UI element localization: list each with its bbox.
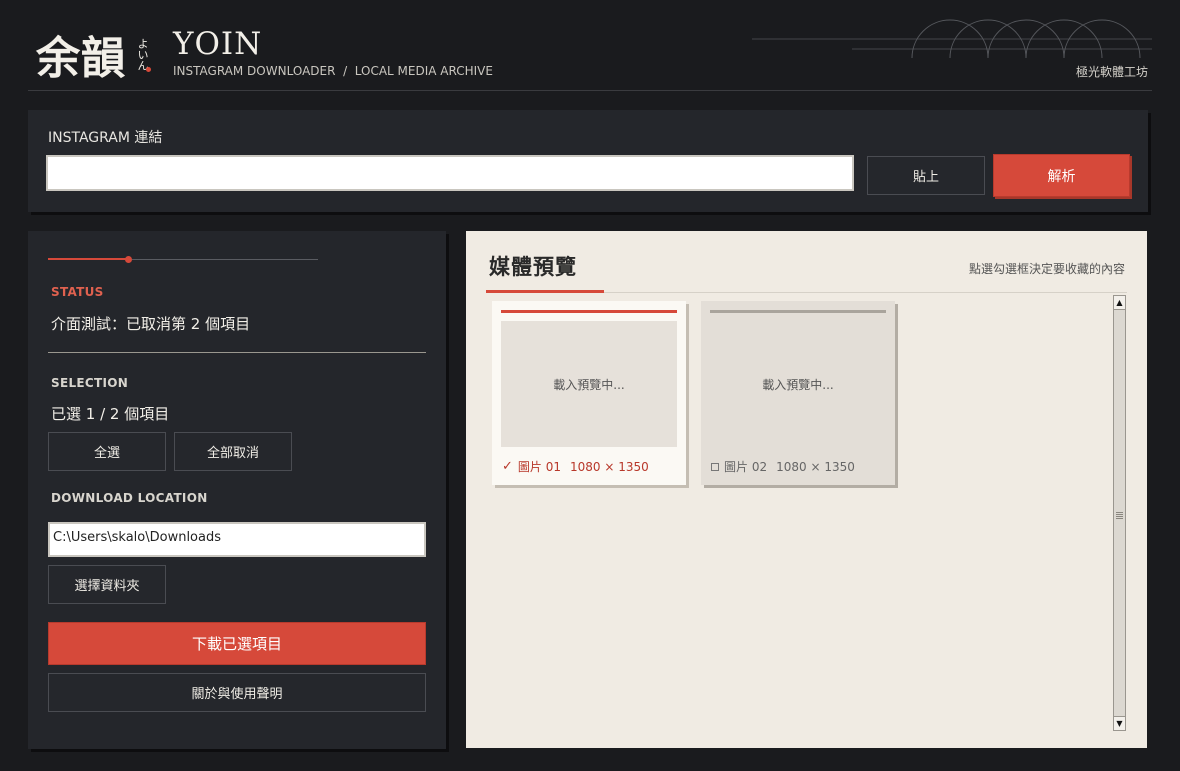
progress-track-filled — [48, 258, 126, 260]
download-location-label: DOWNLOAD LOCATION — [51, 491, 208, 505]
app-subtitle: INSTAGRAM DOWNLOADER / LOCAL MEDIA ARCHI… — [173, 64, 493, 78]
logo-kanji: 余韻 — [36, 33, 126, 84]
selection-label: SELECTION — [51, 376, 129, 390]
logo-kana: よいん — [136, 38, 149, 71]
studio-name: 極光軟體工坊 — [1075, 65, 1148, 79]
preview-title-accent — [486, 290, 604, 293]
url-label: INSTAGRAM 連結 — [48, 130, 163, 146]
scroll-down-arrow-icon[interactable]: ▼ — [1114, 716, 1125, 730]
media-caption: ✓ 圖片 01 1080 × 1350 — [502, 458, 649, 475]
progress-marker — [125, 256, 132, 263]
scrollbar-grip-icon — [1116, 512, 1123, 519]
download-selected-button[interactable]: 下載已選項目 — [48, 622, 426, 665]
section-divider — [48, 352, 426, 353]
media-dimensions: 1080 × 1350 — [776, 459, 855, 474]
arc-decoration-icon — [752, 19, 1152, 58]
header-divider — [28, 90, 1152, 91]
loading-text: 載入預覽中... — [762, 377, 834, 392]
media-name: 圖片 02 — [724, 460, 768, 474]
status-label: STATUS — [51, 285, 104, 299]
paste-button[interactable]: 貼上 — [867, 156, 985, 195]
select-all-button[interactable]: 全選 — [48, 432, 166, 471]
progress-track — [132, 259, 318, 260]
scroll-up-arrow-icon[interactable]: ▲ — [1114, 296, 1125, 310]
deselect-all-button[interactable]: 全部取消 — [174, 432, 292, 471]
logo-dot — [146, 67, 151, 72]
about-button[interactable]: 關於與使用聲明 — [48, 673, 426, 712]
media-dimensions: 1080 × 1350 — [570, 459, 649, 474]
preview-scrollbar[interactable]: ▲ ▼ — [1113, 295, 1126, 731]
scrollbar-thumb[interactable] — [1114, 310, 1125, 716]
preview-hint: 點選勾選框決定要收藏的內容 — [968, 262, 1125, 276]
checkbox-icon[interactable] — [711, 462, 719, 471]
parse-button[interactable]: 解析 — [993, 154, 1130, 197]
preview-title: 媒體預覽 — [489, 255, 577, 279]
media-name: 圖片 01 — [517, 460, 561, 474]
selection-count: 已選 1 / 2 個項目 — [51, 405, 170, 423]
card-selected-bar — [501, 310, 677, 313]
loading-text: 載入預覽中... — [553, 377, 625, 392]
card-unselected-bar — [710, 310, 886, 313]
media-thumbnail[interactable]: 載入預覽中... — [710, 321, 886, 447]
media-card[interactable]: 載入預覽中... 圖片 02 1080 × 1350 — [701, 301, 895, 485]
status-text: 介面測試：已取消第 2 個項目 — [51, 315, 251, 333]
brand-name: YOIN — [173, 26, 263, 62]
media-caption: 圖片 02 1080 × 1350 — [711, 458, 855, 475]
media-thumbnail[interactable]: 載入預覽中... — [501, 321, 677, 447]
download-path-field[interactable]: C:\Users\skalo\Downloads — [48, 522, 426, 557]
media-preview-panel: 媒體預覽 點選勾選框決定要收藏的內容 載入預覽中... ✓ 圖片 01 1080… — [466, 231, 1147, 748]
url-input[interactable] — [46, 155, 854, 191]
control-panel: STATUS 介面測試：已取消第 2 個項目 SELECTION 已選 1 / … — [28, 231, 446, 749]
checkmark-icon[interactable]: ✓ — [502, 459, 513, 474]
url-panel: INSTAGRAM 連結 貼上 解析 — [28, 110, 1148, 212]
choose-folder-button[interactable]: 選擇資料夾 — [48, 565, 166, 604]
media-card[interactable]: 載入預覽中... ✓ 圖片 01 1080 × 1350 — [492, 301, 686, 485]
